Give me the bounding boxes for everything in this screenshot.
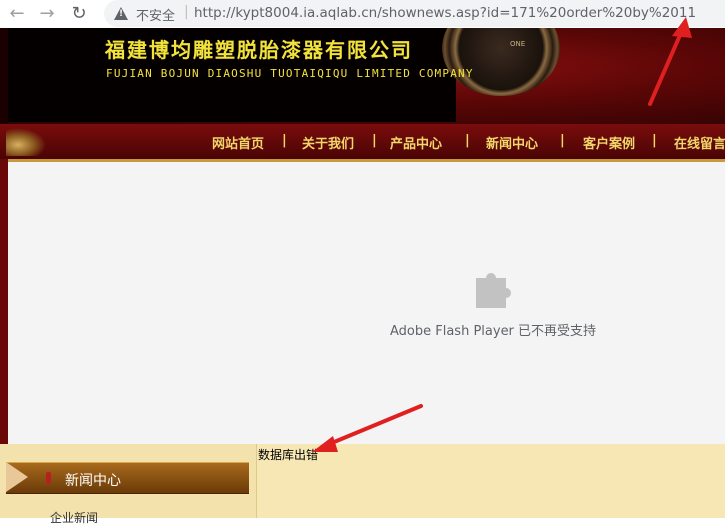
back-arrow-icon[interactable]: ← <box>4 1 30 27</box>
left-border-strip <box>0 159 8 444</box>
warning-icon[interactable] <box>114 7 128 20</box>
url-text[interactable]: http://kypt8004.ia.aqlab.cn/shownews.asp… <box>194 5 696 21</box>
nav-separator: | <box>560 133 565 148</box>
nav-separator: | <box>652 133 657 148</box>
forward-arrow-icon[interactable]: → <box>34 1 60 27</box>
company-name-en: FUJIAN BOJUN DIAOSHU TUOTAIQIQU LIMITED … <box>106 67 474 80</box>
sidebar-title: 新闻中心 <box>65 473 121 489</box>
puzzle-piece-icon <box>476 273 511 308</box>
nav-separator: | <box>372 133 377 148</box>
browser-toolbar: ← → ↻ 不安全 | http://kypt8004.ia.aqlab.cn/… <box>0 0 725 29</box>
security-status[interactable]: 不安全 <box>136 5 175 24</box>
database-error-message: 数据库出错 <box>258 448 319 462</box>
nav-item-about[interactable]: 关于我们 <box>302 133 354 152</box>
header-edge <box>0 28 8 124</box>
nav-separator: | <box>465 133 470 148</box>
nav-item-products[interactable]: 产品中心 <box>390 133 442 152</box>
flash-unsupported-message: Adobe Flash Player 已不再受支持 <box>390 324 597 339</box>
address-bar[interactable]: 不安全 | http://kypt8004.ia.aqlab.cn/showne… <box>104 0 725 27</box>
emblem-text: ONE <box>510 40 526 48</box>
company-name-cn: 福建博均雕塑脱胎漆器有限公司 <box>105 38 413 62</box>
emblem-logo <box>442 28 560 96</box>
nav-separator: | <box>282 133 287 148</box>
nav-item-cases[interactable]: 客户案例 <box>583 133 635 152</box>
url-separator: | <box>184 4 189 20</box>
nav-ornament <box>6 128 46 156</box>
sidebar-arrow-icon <box>6 462 28 492</box>
reload-icon[interactable]: ↻ <box>66 1 92 27</box>
sidebar-title-bar <box>6 462 249 494</box>
nav-item-news[interactable]: 新闻中心 <box>486 133 538 152</box>
flash-plugin-area[interactable] <box>8 162 725 444</box>
nav-item-home[interactable]: 网站首页 <box>212 133 264 152</box>
nav-item-message[interactable]: 在线留言 <box>674 133 725 152</box>
bullet-marker-icon <box>46 472 51 484</box>
